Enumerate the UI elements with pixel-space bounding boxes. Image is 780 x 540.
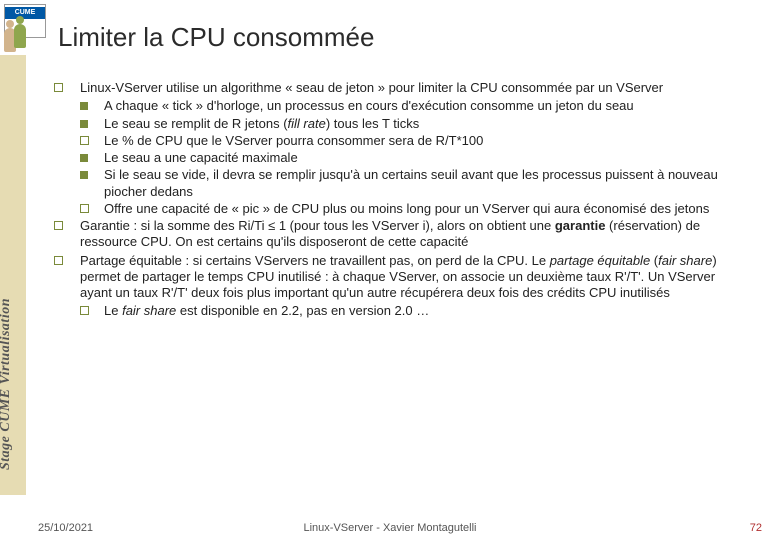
bullet-open-icon — [54, 83, 63, 92]
bullet-filled-icon — [80, 102, 88, 110]
bullet-open-icon — [80, 136, 89, 145]
footer-middle: Linux-VServer - Xavier Montagutelli — [0, 522, 780, 534]
side-label: Stage CUME Virtualisation — [0, 298, 14, 470]
footer-page: 72 — [750, 522, 762, 534]
bullet-open-icon — [80, 306, 89, 315]
list-subitem: Offre une capacité de « pic » de CPU plu… — [80, 201, 760, 217]
people-icon — [0, 20, 30, 60]
list-subitem: Le seau a une capacité maximale — [80, 150, 760, 166]
list-item: Linux-VServer utilise un algorithme « se… — [50, 80, 760, 96]
bullet-filled-icon — [80, 150, 104, 166]
list-subitem-text: A chaque « tick » d'horloge, un processu… — [104, 98, 760, 114]
list-subitem: Le seau se remplit de R jetons (fill rat… — [80, 116, 760, 132]
list-item: Garantie : si la somme des Ri/Ti ≤ 1 (po… — [50, 218, 760, 251]
list-item-text: Garantie : si la somme des Ri/Ti ≤ 1 (po… — [80, 218, 760, 251]
bullet-open-icon — [80, 133, 104, 149]
bullet-open-icon — [50, 218, 80, 251]
bullet-open-icon — [54, 256, 63, 265]
list-subitem: Le fair share est disponible en 2.2, pas… — [80, 303, 760, 319]
bullet-filled-icon — [80, 171, 88, 179]
slide-body: Linux-VServer utilise un algorithme « se… — [50, 80, 760, 321]
bullet-filled-icon — [80, 120, 88, 128]
bullet-filled-icon — [80, 116, 104, 132]
bullet-open-icon — [80, 204, 89, 213]
logo-text: CUME — [5, 7, 45, 19]
bullet-open-icon — [50, 253, 80, 302]
list-subitem-text: Le seau se remplit de R jetons (fill rat… — [104, 116, 760, 132]
list-subitem: Si le seau se vide, il devra se remplir … — [80, 167, 760, 200]
list-subitem-text: Offre une capacité de « pic » de CPU plu… — [104, 201, 760, 217]
bullet-open-icon — [50, 80, 80, 96]
list-item: Partage équitable : si certains VServers… — [50, 253, 760, 302]
bullet-open-icon — [54, 221, 63, 230]
list-subitem-text: Le seau a une capacité maximale — [104, 150, 760, 166]
list-subitem-text: Le % de CPU que le VServer pourra consom… — [104, 133, 760, 149]
list-subitem: A chaque « tick » d'horloge, un processu… — [80, 98, 760, 114]
bullet-open-icon — [80, 303, 104, 319]
bullet-open-icon — [80, 201, 104, 217]
footer: 25/10/2021 Linux-VServer - Xavier Montag… — [0, 518, 780, 540]
list-subitem: Le % de CPU que le VServer pourra consom… — [80, 133, 760, 149]
list-item-text: Linux-VServer utilise un algorithme « se… — [80, 80, 760, 96]
list-subitem-text: Le fair share est disponible en 2.2, pas… — [104, 303, 760, 319]
list-subitem-text: Si le seau se vide, il devra se remplir … — [104, 167, 760, 200]
bullet-filled-icon — [80, 167, 104, 200]
slide-title: Limiter la CPU consommée — [58, 22, 374, 53]
list-item-text: Partage équitable : si certains VServers… — [80, 253, 760, 302]
bullet-filled-icon — [80, 98, 104, 114]
bullet-filled-icon — [80, 154, 88, 162]
